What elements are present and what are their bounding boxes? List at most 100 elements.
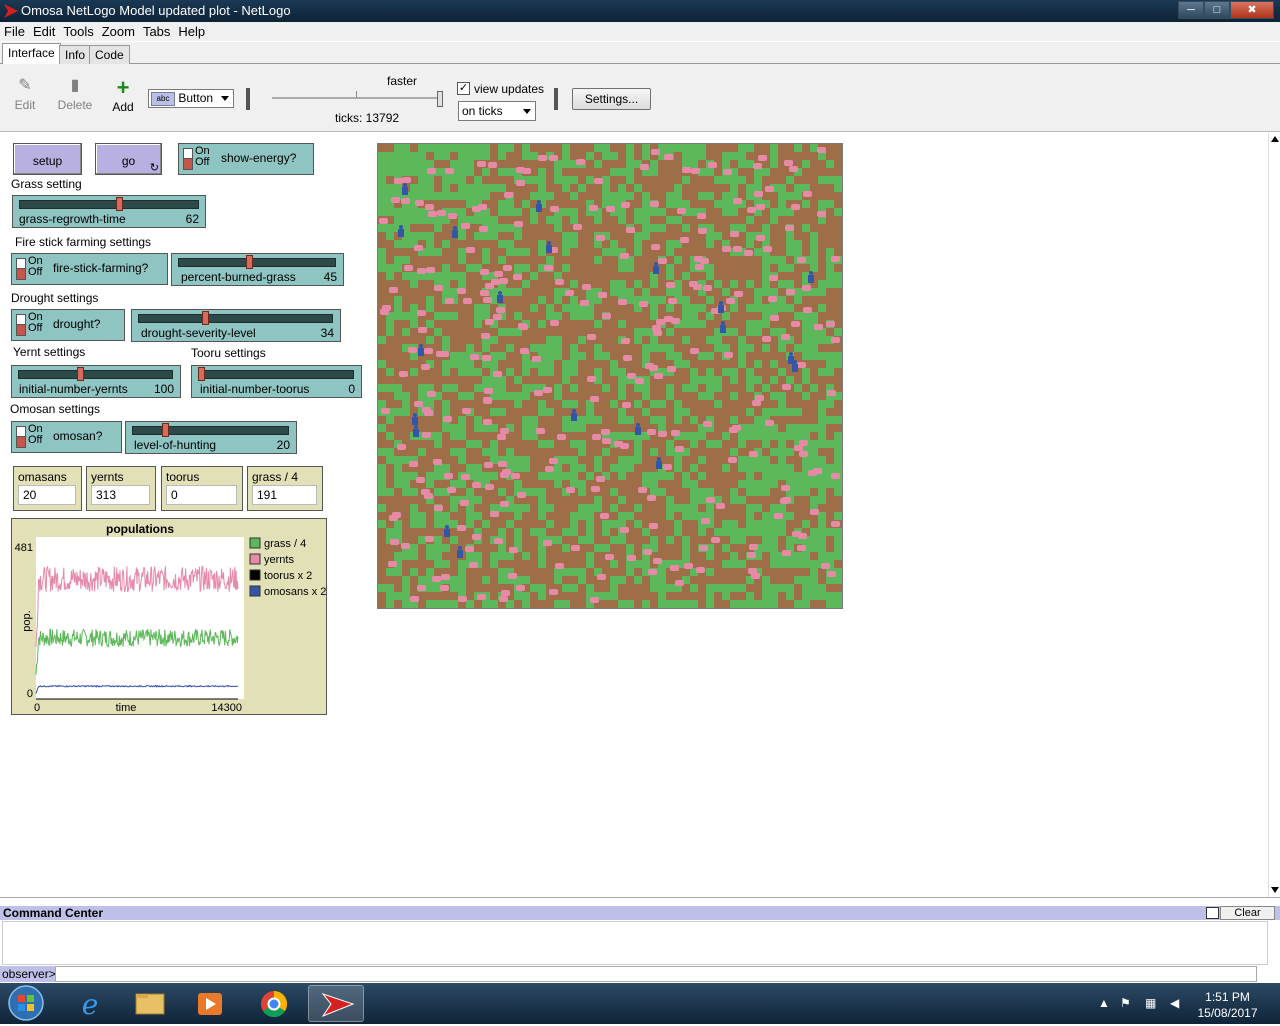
world-patch [578,480,586,488]
switch-toggle[interactable] [16,258,26,280]
world-patch [498,560,506,568]
world-patch [698,376,706,384]
omosan-switch[interactable]: On Off omosan? [11,421,122,453]
slider-initial-number-yernts[interactable]: initial-number-yernts 100 [11,365,181,398]
world-patch [786,192,794,200]
switch-toggle[interactable] [16,426,26,448]
world-patch [634,472,642,480]
slider-thumb[interactable] [162,423,169,437]
world-patch [834,320,842,328]
volume-icon[interactable]: ◀ [1170,996,1179,1010]
world-patch [554,288,562,296]
add-button[interactable]: + Add [110,77,136,115]
slider-percent-burned-grass[interactable]: percent-burned-grass 45 [171,253,344,286]
view-updates-checkbox[interactable]: ✓ [457,82,470,95]
slider-thumb[interactable] [77,367,85,381]
start-orb-icon[interactable] [2,983,50,1024]
world-patch [826,416,834,424]
world-patch [690,296,698,304]
world-patch [762,568,770,576]
world-view[interactable] [377,143,843,609]
world-patch [770,536,778,544]
slider-level-of-hunting[interactable]: level-of-hunting 20 [125,421,297,454]
world-patch [434,360,442,368]
switch-toggle[interactable] [16,314,26,336]
world-patch [570,528,578,536]
update-mode-select[interactable]: on ticks [458,101,536,121]
tab-code[interactable]: Code [89,45,130,65]
edit-button[interactable]: ✎ Edit [12,78,38,113]
slider-initial-number-toorus[interactable]: initial-number-toorus 0 [191,365,362,398]
widget-type-select[interactable]: abc Button [148,89,234,108]
world-patch [554,392,562,400]
menu-file[interactable]: File [0,22,29,39]
delete-button[interactable]: ▮ Delete [56,78,94,113]
world-patch [794,240,802,248]
tab-interface[interactable]: Interface [2,43,61,65]
taskbar-chrome[interactable] [246,985,302,1022]
slider-grass-regrowth-time[interactable]: grass-regrowth-time 62 [12,195,206,228]
slider-thumb[interactable] [198,367,205,381]
world-patch [706,504,714,512]
world-patch [434,432,442,440]
go-button[interactable]: go ↻ [95,143,162,175]
taskbar-ie[interactable]: e [62,985,118,1022]
omosan-agent-body [497,295,503,303]
world-patch [418,224,426,232]
taskbar-netlogo[interactable] [308,985,364,1022]
tab-info[interactable]: Info [59,45,92,65]
maximize-button[interactable]: □ [1204,1,1230,19]
tray-expand-icon[interactable]: ▲ [1098,996,1110,1010]
expand-icon[interactable] [1206,907,1219,919]
network-icon[interactable]: ▦ [1145,996,1156,1010]
world-patch [746,384,754,392]
menu-edit[interactable]: Edit [29,22,59,39]
world-patch [378,464,386,472]
slider-thumb[interactable] [245,255,253,269]
omosan-agent-body [546,245,552,253]
world-patch [698,448,706,456]
slider-thumb[interactable] [201,311,209,325]
world-patch [394,152,402,160]
interface-scrollbar[interactable] [1268,133,1280,897]
world-patch [490,352,498,360]
clear-button[interactable]: Clear [1220,906,1275,920]
slider-drought-severity-level[interactable]: drought-severity-level 34 [131,309,341,342]
menu-tools[interactable]: Tools [59,22,97,39]
scroll-up-icon[interactable] [1271,136,1279,142]
fire-stick-farming-switch[interactable]: On Off fire-stick-farming? [11,253,168,285]
command-input[interactable] [55,966,1257,982]
world-patch [754,512,762,520]
world-patch [714,232,722,240]
observer-prompt[interactable]: observer> [0,966,58,982]
menu-zoom[interactable]: Zoom [98,22,139,39]
flag-icon[interactable]: ⚑ [1120,996,1131,1010]
world-patch [450,392,458,400]
populations-plot[interactable]: populations 481 0 0 14300 time pop. gras… [11,518,327,715]
settings-button[interactable]: Settings... [572,88,651,110]
show-energy-switch[interactable]: On Off show-energy? [178,143,314,175]
menu-help[interactable]: Help [174,22,209,39]
taskbar-explorer[interactable] [122,985,178,1022]
world-patch [642,288,650,296]
switch-toggle[interactable] [183,148,193,170]
close-button[interactable]: ✖ [1230,1,1274,19]
yernt-agent [666,282,675,288]
world-patch [562,384,570,392]
speed-slider-thumb[interactable] [437,91,443,107]
menu-tabs[interactable]: Tabs [139,22,174,39]
taskbar-media[interactable] [182,985,238,1022]
slider-thumb[interactable] [115,197,123,211]
system-clock[interactable]: 1:51 PM 15/08/2017 [1180,989,1275,1021]
world-patch [418,424,426,432]
world-patch [834,440,842,448]
minimize-button[interactable]: ─ [1178,1,1204,19]
setup-button[interactable]: setup [13,143,82,175]
world-patch [610,376,618,384]
world-patch [394,488,402,496]
scroll-down-icon[interactable] [1271,887,1279,893]
world-patch [690,152,698,160]
speed-slider-track[interactable] [272,97,442,99]
yernt-agent [513,274,522,280]
drought-switch[interactable]: On Off drought? [11,309,125,341]
